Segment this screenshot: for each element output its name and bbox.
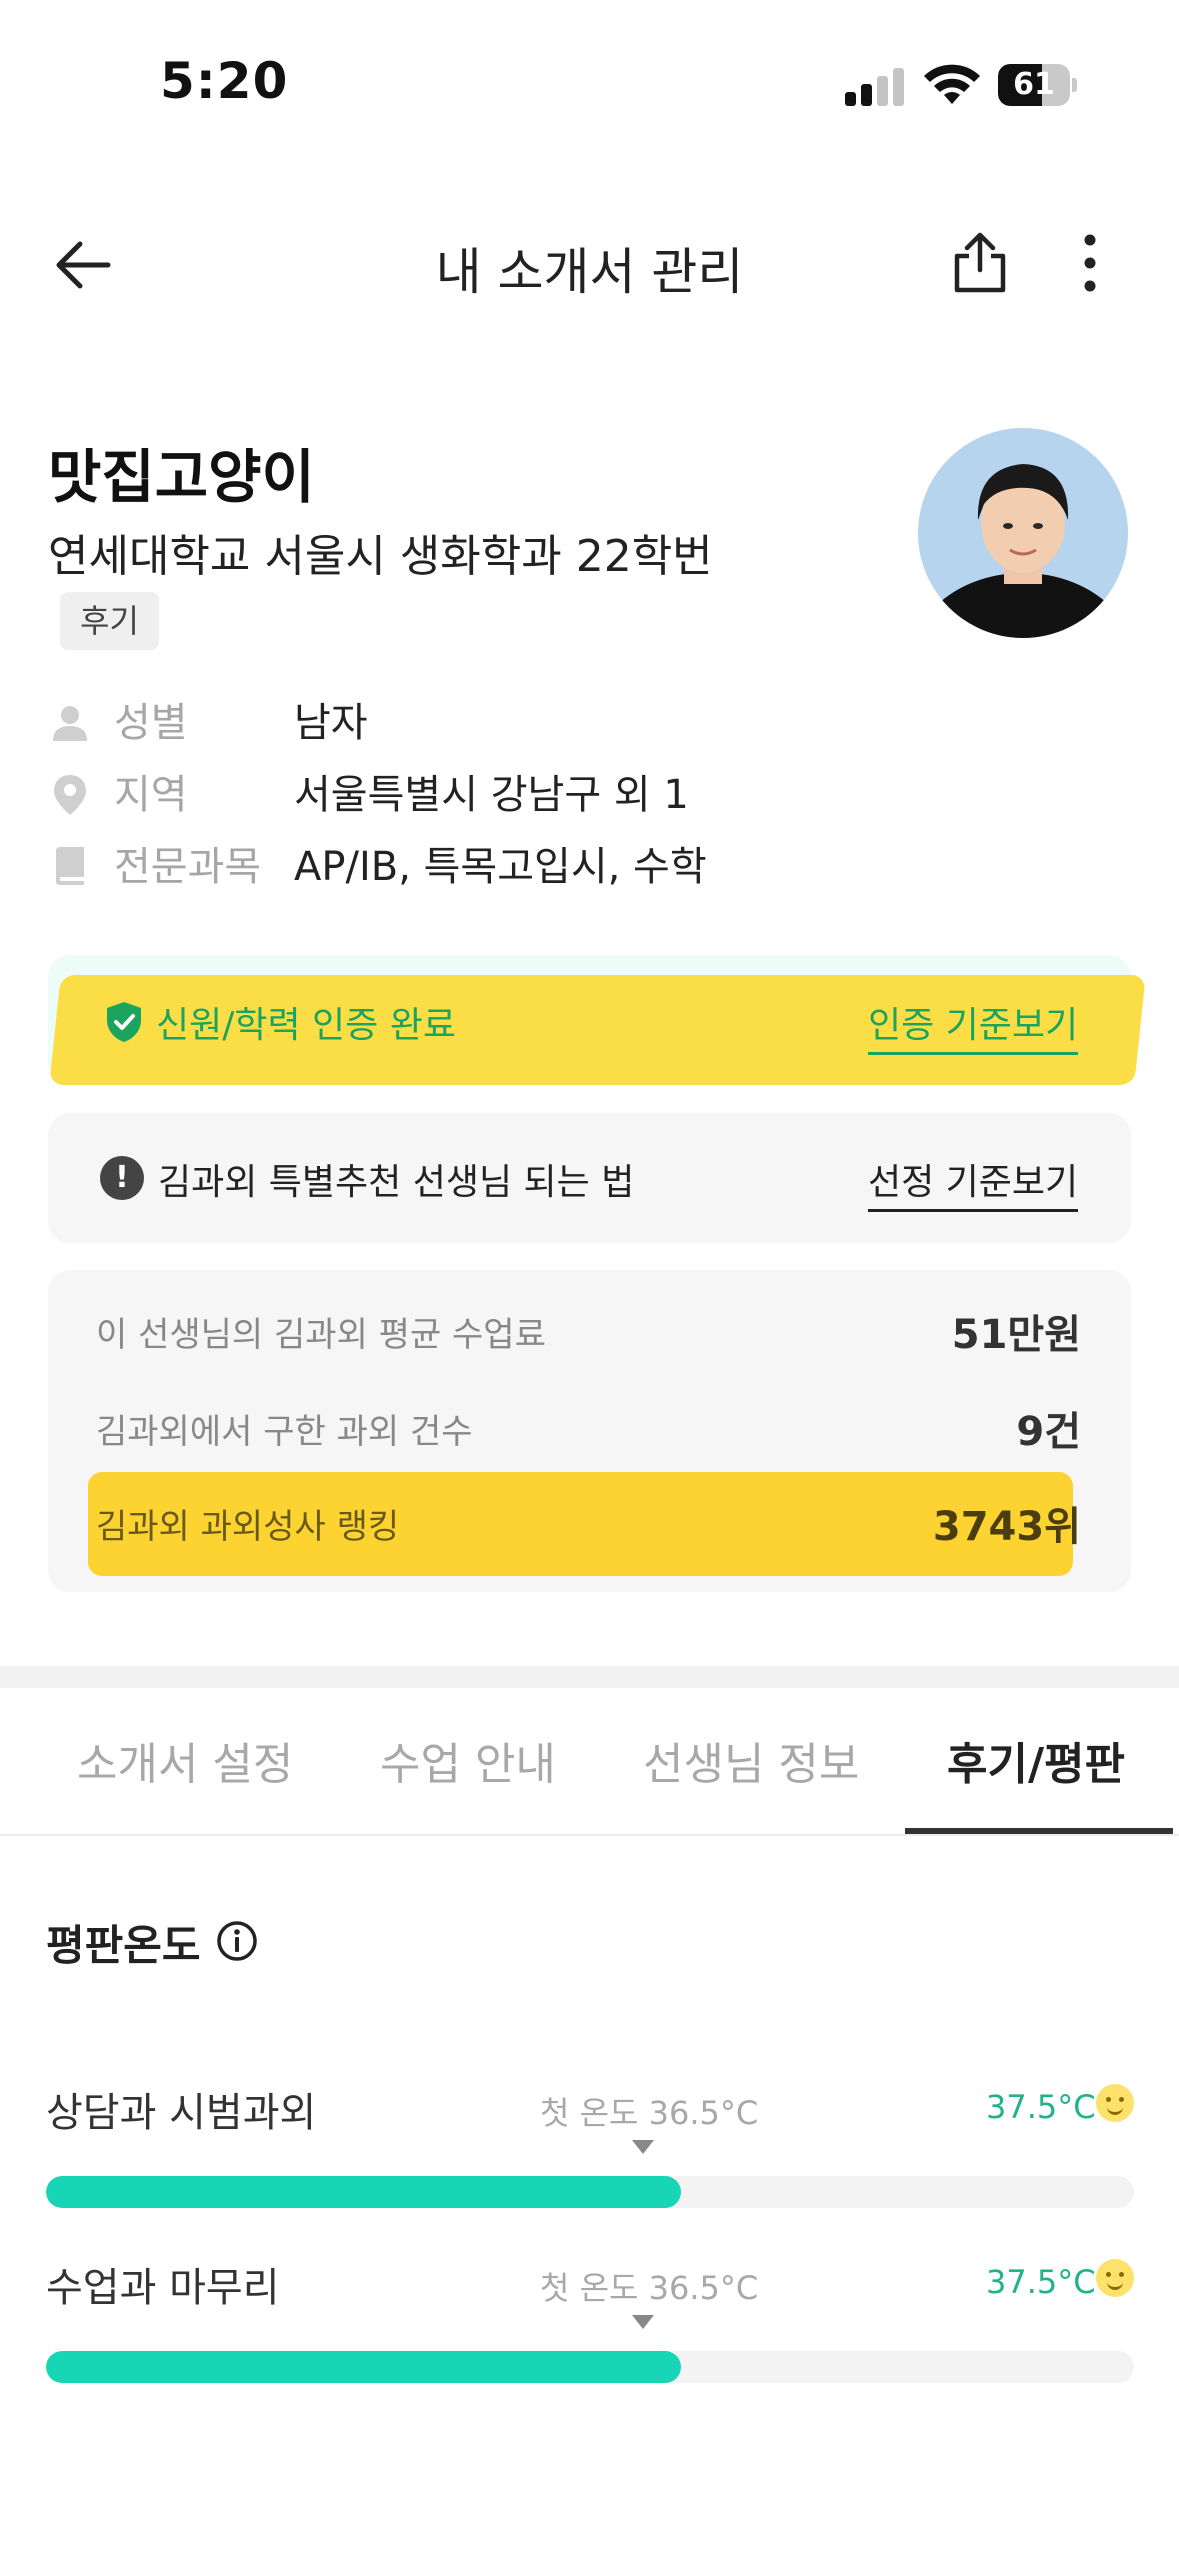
book-icon [56,847,84,885]
info-value: AP/IB, 특목고입시, 수학 [294,844,707,890]
active-tab-indicator [905,1828,1173,1834]
temperature-label: 수업과 마무리 [46,2265,280,2311]
stat-label: 이 선생님의 김과외 평균 수업료 [96,1315,546,1355]
battery-icon: 61 [998,64,1078,106]
tutor-school: 연세대학교 서울시 생화학과 22학번 [48,531,713,582]
exclamation-icon: ! [100,1156,144,1200]
stat-value: 51만원 [951,1312,1081,1358]
stat-value: 9건 [1016,1409,1081,1455]
initial-temperature-marker-icon [632,2315,654,2329]
tab-teacher-info[interactable]: 선생님 정보 [643,1728,859,1792]
info-row-region: 지역 서울특별시 강남구 외 1 [48,765,948,825]
info-icon[interactable] [216,1920,258,1962]
info-row-gender: 성별 남자 [48,693,948,753]
more-options-icon[interactable] [1060,228,1120,298]
status-time: 5:20 [160,52,289,110]
section-divider [0,1666,1179,1688]
temperature-bar-fill [46,2351,682,2383]
nav-header: 내 소개서 관리 [0,200,1179,330]
tutor-name: 맛집고양이 [48,443,315,511]
tab-reviews[interactable]: 후기/평판 [947,1728,1125,1792]
review-badge[interactable]: 후기 [60,592,159,650]
info-label: 성별 [114,700,188,746]
tab-intro-settings[interactable]: 소개서 설정 [77,1728,293,1792]
stat-row-average-fee: 이 선생님의 김과외 평균 수업료 51만원 [96,1305,1081,1365]
temperature-row: 상담과 시범과외 첫 온도 36.5°C 37.5°C [46,2080,1134,2260]
temperature-bar [46,2176,1134,2208]
wifi-icon [924,64,980,104]
smile-emoji-icon [1096,2259,1134,2297]
stat-label: 김과외 과외성사 랭킹 [96,1507,400,1547]
share-icon[interactable] [945,228,1015,298]
initial-temperature: 첫 온도 36.5°C [540,2269,759,2307]
avatar [918,428,1128,638]
stat-label: 김과외에서 구한 과외 건수 [96,1412,473,1452]
cellular-signal-icon [845,66,905,106]
temperature-value: 37.5°C [986,2263,1096,2301]
tab-class-info[interactable]: 수업 안내 [380,1728,556,1792]
stat-value: 3743위 [932,1504,1081,1550]
selection-criteria-link[interactable]: 선정 기준보기 [868,1153,1079,1212]
temperature-value: 37.5°C [986,2088,1096,2126]
location-pin-icon [54,775,86,815]
info-value: 남자 [294,700,368,746]
initial-temperature: 첫 온도 36.5°C [540,2094,759,2132]
tab-bar: 소개서 설정 수업 안내 선생님 정보 후기/평판 [0,1688,1179,1836]
shield-check-icon [107,1002,141,1042]
status-bar: 5:20 61 [0,0,1179,150]
info-value: 서울특별시 강남구 외 1 [294,772,689,818]
temperature-bar-fill [46,2176,682,2208]
info-label: 지역 [114,772,188,818]
battery-level-text: 61 [1013,67,1055,102]
info-label: 전문과목 [114,844,262,890]
stat-row-tutoring-count: 김과외에서 구한 과외 건수 9건 [96,1402,1081,1462]
smile-emoji-icon [1096,2084,1134,2122]
verification-status: 신원/학력 인증 완료 [156,1005,456,1046]
info-row-subjects: 전문과목 AP/IB, 특목고입시, 수학 [48,837,948,897]
temperature-label: 상담과 시범과외 [46,2090,317,2136]
initial-temperature-marker-icon [632,2140,654,2154]
person-icon [53,706,87,741]
special-recommend-text: 김과외 특별추천 선생님 되는 법 [158,1162,635,1203]
temperature-bar [46,2351,1134,2383]
reputation-title: 평판온도 [46,1921,201,1970]
verification-criteria-link[interactable]: 인증 기준보기 [868,996,1079,1055]
temperature-row: 수업과 마무리 첫 온도 36.5°C 37.5°C [46,2255,1134,2435]
stat-row-ranking: 김과외 과외성사 랭킹 3743위 [96,1497,1081,1557]
